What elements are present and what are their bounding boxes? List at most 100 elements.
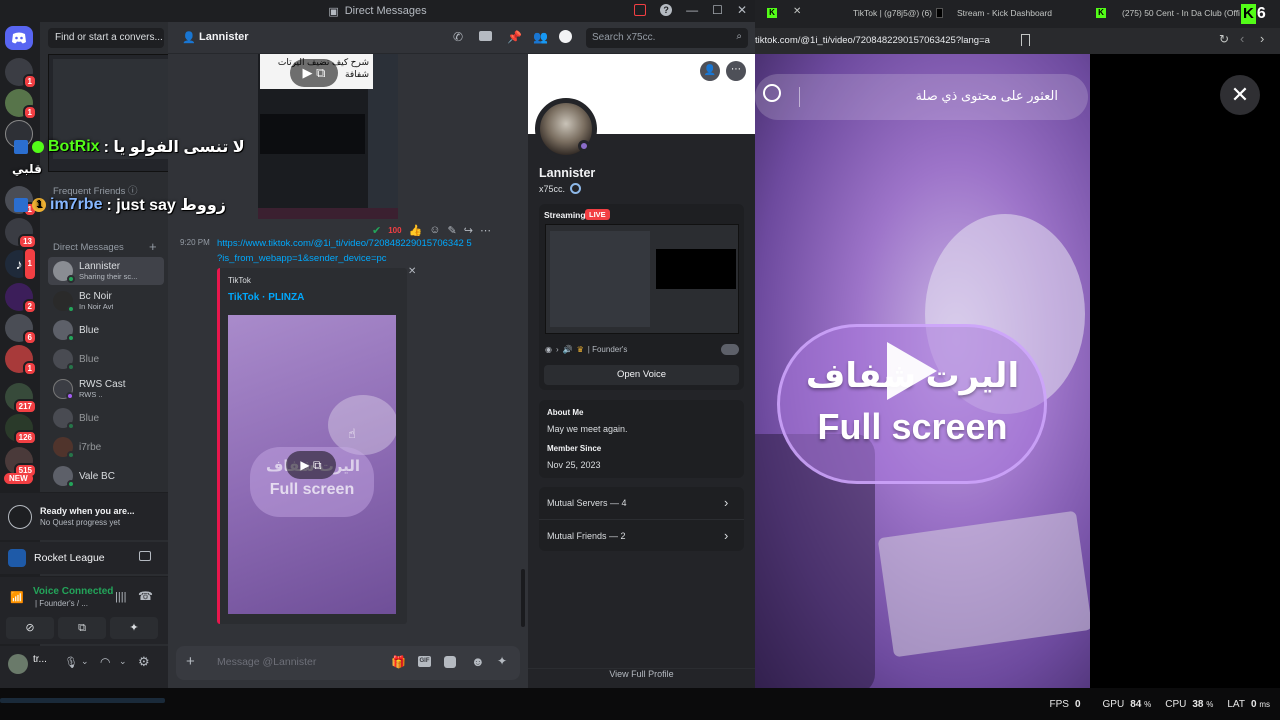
dm-item-blue[interactable]: Blue [48,316,164,344]
url-text[interactable]: tiktok.com/@1i_ti/video/7208482290157063… [755,35,990,46]
server-icon[interactable]: 1 [5,345,37,376]
server-icon[interactable]: 126 [5,414,37,445]
link-line1[interactable]: https://www.tiktok.com/@1i_ti/video/7208… [217,236,507,251]
forward-icon[interactable]: ↪ [464,224,473,237]
video-play-icon[interactable] [887,342,937,400]
dm-item-bc-noir[interactable]: Bc Noir In Noir Avt [48,287,164,315]
server-icon[interactable]: 1 [5,58,37,89]
camera-off-button[interactable]: ⊘ [6,617,54,639]
reload-icon[interactable]: ↻ [1219,32,1229,46]
server-icon[interactable]: ♪ 1 [5,247,37,281]
profile-toggle-icon[interactable] [559,30,572,43]
embed-title[interactable]: TikTok · PLINZA [228,292,304,303]
link-line2[interactable]: ?is_from_webapp=1&sender_device=pc [217,251,507,266]
chat-scrollbar[interactable] [521,569,525,627]
create-dm-plus-icon[interactable]: + [149,239,157,254]
activities-button[interactable]: ✦ [110,617,158,639]
cpu-value: 38 [1192,699,1204,710]
dm-item-vale-bc[interactable]: Vale BC [48,462,164,490]
chat-header-name[interactable]: Lannister [199,31,249,43]
chevron-down-icon[interactable]: ⌄ [81,656,89,667]
dm-icon: ▣ [328,5,339,18]
kick-tab-favicon[interactable]: K [767,8,777,18]
screen-share-icon[interactable] [139,551,151,561]
more-icon[interactable]: ⋯ [726,61,746,81]
server-icon[interactable]: 515 [5,447,37,478]
server-icon[interactable]: 2 [5,283,37,314]
close-icon[interactable]: ✕ [737,3,747,17]
tab-youtube[interactable]: (275) 50 Cent - In Da Club (Official [1122,3,1240,23]
gear-icon[interactable]: ⚙ [138,654,150,670]
stream-preview[interactable] [545,224,739,334]
voice-channel[interactable]: | Founder's / ... [35,599,88,608]
open-voice-button[interactable]: Open Voice [544,365,739,385]
emoji-icon[interactable]: ☻ [471,654,485,669]
server-icon[interactable]: 13 [5,218,37,249]
search-input[interactable]: Search x75cc. ⌕ [586,28,748,48]
dm-item-blue[interactable]: Blue [48,404,164,432]
tab-close-icon[interactable]: ✕ [793,6,801,17]
voice-status[interactable]: Voice Connected [33,586,113,597]
more-icon[interactable]: ⋯ [480,224,491,237]
mutual-friends-row[interactable]: Mutual Friends — 2 › [539,519,744,551]
mutual-servers-row[interactable]: Mutual Servers — 4 › [539,487,744,519]
server-icon[interactable]: 217 [5,383,37,414]
about-title: About Me [547,408,584,417]
video-call-icon[interactable] [479,31,492,41]
add-reaction-icon[interactable]: ☺ [429,224,440,236]
maximize-icon[interactable]: ☐ [712,3,723,17]
bookmark-icon[interactable] [1021,34,1030,46]
user-name[interactable]: tr... [33,654,47,665]
pin-icon[interactable]: 📌 [507,30,522,44]
activity-bar[interactable]: Rocket League [0,542,168,574]
profile-handle-row: x75cc. [539,183,582,194]
disconnect-icon[interactable]: ☎ [138,589,153,603]
view-full-profile-link[interactable]: View Full Profile [528,668,755,679]
server-icon[interactable]: 1 [5,89,37,120]
embed-close-icon[interactable]: ✕ [408,266,416,277]
tab-tiktok[interactable]: TikTok | (g78j5@) (6) [853,3,943,23]
tiktok-search-bar[interactable]: العثور على محتوى ذي صلة [755,74,1088,120]
tiktok-video[interactable]: العثور على محتوى ذي صلة اليرت شفاف Full … [755,54,1090,688]
share-screen-button[interactable]: ⧉ [58,617,106,639]
apps-icon[interactable]: ✦ [497,654,507,668]
back-icon[interactable]: ‹ [1240,31,1244,46]
headphones-icon[interactable]: ◠ [100,655,110,669]
dm-item-blue[interactable]: Blue [48,345,164,373]
add-friends-icon[interactable]: 👥 [533,30,548,44]
inbox-icon[interactable] [634,4,647,16]
user-avatar[interactable] [8,654,28,674]
dm-item-rws-cast[interactable]: RWS Cast RWS .. [48,375,164,403]
help-icon[interactable]: ? [660,4,673,16]
thumbs-up-icon[interactable]: 👍 [409,224,423,237]
upload-plus-icon[interactable]: + [186,653,195,670]
hundred-reaction-icon[interactable]: 100 [388,226,401,235]
embed-video[interactable]: اليرت شفاف Full screen ▶ ⧉ [228,315,396,614]
dm-item-lannister[interactable]: Lannister Sharing their sc... [48,257,164,285]
mic-icon[interactable]: 🎙 [64,656,78,669]
quest-panel[interactable]: Ready when you are... No Quest progress … [0,492,168,540]
close-video-button[interactable]: ✕ [1220,75,1260,115]
find-conversation-input[interactable]: Find or start a convers... [48,28,164,48]
message-link[interactable]: https://www.tiktok.com/@1i_ti/video/7208… [217,236,507,266]
sticker-icon[interactable] [444,656,456,668]
chevron-down-icon[interactable]: ⌄ [119,656,127,667]
user-panel: tr... 🎙 ⌄ ◠ ⌄ ⚙ [0,646,168,688]
voice-waveform-icon[interactable]: |||| [115,591,126,603]
gif-icon[interactable]: GIF [418,656,431,667]
dm-item-i7rbe[interactable]: i7rbe [48,433,164,461]
voice-call-icon[interactable]: ✆ [453,30,463,44]
embed-play-button[interactable]: ▶ ⧉ [286,451,336,479]
forward-icon[interactable]: › [1260,31,1264,46]
server-icon[interactable]: 6 [5,314,37,345]
gift-icon[interactable]: 🎁 [391,655,406,669]
edit-icon[interactable]: ✎ [448,224,457,237]
discord-home-icon[interactable] [5,26,33,50]
add-friend-icon[interactable]: 👤 [700,61,720,81]
check-reaction-icon[interactable]: ✔ [372,224,381,237]
image-attachment[interactable]: شرح كيف تضيف اليرتات شفافة ▶ ⧉ [258,54,398,219]
image-play-button[interactable]: ▶ ⧉ [290,59,338,87]
tab-kick-dashboard[interactable]: Stream - Kick Dashboard [957,3,1077,23]
message-input[interactable]: Message @Lannister [217,656,316,668]
minimize-icon[interactable]: — [686,3,698,17]
